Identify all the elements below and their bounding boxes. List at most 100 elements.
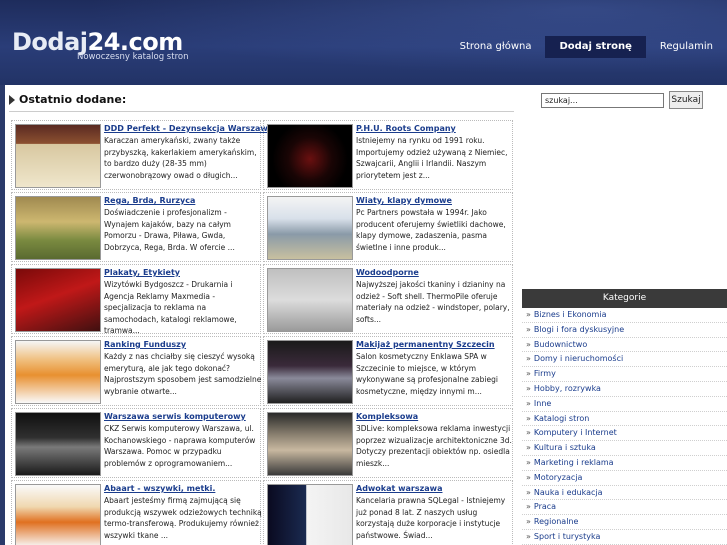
nav-home[interactable]: Strona główna — [446, 36, 546, 58]
category-item[interactable]: » Sport i turystyka — [522, 530, 727, 545]
bullet-icon: » — [526, 443, 531, 453]
listing-desc: Najwyższej jakości tkaniny i dzianiny na… — [356, 280, 510, 324]
bullet-icon: » — [526, 517, 531, 527]
listing-card: Rega, Brda, Rurzyca Doświadczenie i prof… — [11, 192, 261, 262]
category-item[interactable]: » Praca — [522, 500, 727, 516]
nav-add-site[interactable]: Dodaj stronę — [545, 36, 646, 58]
listing-title[interactable]: Plakaty, Etykiety — [104, 268, 180, 277]
category-item[interactable]: » Katalogi stron — [522, 412, 727, 427]
listing-thumbnail[interactable] — [15, 196, 101, 260]
listing-title[interactable]: Warszawa serwis komputerowy — [104, 412, 246, 421]
arrow-right-icon — [9, 94, 15, 105]
listing-card: Adwokat warszawa Kancelaria prawna SQLeg… — [263, 480, 513, 545]
bullet-icon: » — [526, 428, 531, 438]
listing-title[interactable]: Makijaż permanentny Szczecin — [356, 340, 495, 349]
listing-thumbnail[interactable] — [267, 340, 353, 404]
bullet-icon: » — [526, 502, 531, 512]
listing-desc: CKZ Serwis komputerowy Warszawa, ul. Koc… — [104, 424, 256, 468]
listing-desc: Doświadczenie i profesjonalizm - Wynajem… — [104, 208, 235, 252]
listing-thumbnail[interactable] — [15, 124, 101, 188]
listing-card: Warszawa serwis komputerowy CKZ Serwis k… — [11, 408, 261, 478]
category-label: Regionalne — [533, 517, 579, 527]
listing-card: Makijaż permanentny Szczecin Salon kosme… — [263, 336, 513, 406]
listing-desc: Pc Partners powstała w 1994r. Jako produ… — [356, 208, 506, 252]
category-item[interactable]: » Nauka i edukacja — [522, 486, 727, 501]
listing-card: Plakaty, Etykiety Wizytówki Bydgoszcz - … — [11, 264, 261, 336]
listing-thumbnail[interactable] — [267, 196, 353, 260]
bullet-icon: » — [526, 413, 531, 423]
category-item[interactable]: » Biznes i Ekonomia — [522, 308, 727, 323]
listing-thumbnail[interactable] — [267, 484, 353, 545]
listing-title[interactable]: Rega, Brda, Rurzyca — [104, 196, 195, 205]
search-input[interactable] — [541, 93, 664, 108]
section-title: Ostatnio dodane: — [9, 93, 126, 106]
bullet-icon: » — [526, 324, 531, 334]
category-label: Komputery i Internet — [533, 428, 617, 438]
nav-terms[interactable]: Regulamin — [646, 36, 727, 58]
category-label: Nauka i edukacja — [533, 487, 603, 497]
category-label: Katalogi stron — [533, 413, 590, 423]
bullet-icon: » — [526, 369, 531, 379]
category-label: Budownictwo — [533, 339, 588, 349]
listing-desc: Salon kosmetyczny Enklawa SPA w Szczecin… — [356, 352, 498, 396]
category-item[interactable]: » Domy i nieruchomości — [522, 352, 727, 368]
category-label: Domy i nieruchomości — [533, 354, 624, 364]
listing-thumbnail[interactable] — [15, 484, 101, 545]
listing-thumbnail[interactable] — [15, 268, 101, 332]
listing-thumbnail[interactable] — [267, 412, 353, 476]
listing-title[interactable]: Ranking Funduszy — [104, 340, 186, 349]
category-label: Praca — [533, 502, 557, 512]
bullet-icon: » — [526, 531, 531, 541]
listing-thumbnail[interactable] — [267, 124, 353, 188]
category-item[interactable]: » Firmy — [522, 367, 727, 382]
listing-thumbnail[interactable] — [15, 412, 101, 476]
category-label: Blogi i fora dyskusyjne — [533, 324, 625, 334]
listing-desc: 3DLive: kompleksowa reklama inwestycji p… — [356, 424, 512, 468]
listing-title[interactable]: Wiaty, klapy dymowe — [356, 196, 452, 205]
category-item[interactable]: » Blogi i fora dyskusyjne — [522, 323, 727, 338]
category-item[interactable]: » Inne — [522, 397, 727, 412]
categories-panel: Kategorie » Biznes i Ekonomia » Blogi i fo… — [522, 289, 727, 545]
category-item[interactable]: » Hobby, rozrywka — [522, 382, 727, 397]
site-tagline: Nowoczesny katalog stron — [77, 52, 189, 62]
listing-desc: Abaart jesteśmy firmą zajmującą się prod… — [104, 496, 262, 540]
site-header: Dodaj24.com Nowoczesny katalog stron Str… — [0, 0, 727, 85]
listing-desc: Wizytówki Bydgoszcz - Drukarnia i Agencj… — [104, 280, 237, 336]
listing-title[interactable]: Kompleksowa — [356, 412, 418, 421]
category-item[interactable]: » Marketing i reklama — [522, 456, 727, 471]
title-divider — [9, 111, 514, 112]
category-label: Inne — [533, 398, 552, 408]
listing-card: P.H.U. Roots Company Istniejemy na rynku… — [263, 120, 513, 190]
search-button[interactable]: Szukaj — [669, 91, 703, 109]
category-item[interactable]: » Motoryzacja — [522, 471, 727, 486]
listing-thumbnail[interactable] — [267, 268, 353, 332]
bullet-icon: » — [526, 310, 531, 319]
listing-title[interactable]: Wodoodporne — [356, 268, 419, 277]
bullet-icon: » — [526, 339, 531, 349]
categories-heading: Kategorie — [522, 289, 727, 308]
listing-card: Kompleksowa 3DLive: kompleksowa reklama … — [263, 408, 513, 478]
category-label: Motoryzacja — [533, 472, 583, 482]
category-item[interactable]: » Komputery i Internet — [522, 426, 727, 442]
listing-title[interactable]: Adwokat warszawa — [356, 484, 442, 493]
category-label: Biznes i Ekonomia — [533, 310, 607, 319]
bullet-icon: » — [526, 383, 531, 393]
listing-title[interactable]: DDD Perfekt - Dezynsekcja Warszawa — [104, 124, 273, 133]
listing-card: Abaart - wszywki, metki. Abaart jesteśmy… — [11, 480, 262, 545]
category-label: Marketing i reklama — [533, 457, 614, 467]
category-label: Firmy — [533, 369, 556, 379]
listing-desc: Karaczan amerykański, zwany także przyby… — [104, 136, 257, 180]
category-item[interactable]: » Regionalne — [522, 515, 727, 530]
listing-title[interactable]: Abaart - wszywki, metki. — [104, 484, 215, 493]
category-label: Hobby, rozrywka — [533, 383, 601, 393]
listing-desc: Istniejemy na rynku od 1991 roku. Import… — [356, 136, 508, 180]
category-label: Sport i turystyka — [533, 531, 601, 541]
bullet-icon: » — [526, 487, 531, 497]
category-item[interactable]: » Kultura i sztuka — [522, 441, 727, 456]
listing-title[interactable]: P.H.U. Roots Company — [356, 124, 456, 133]
category-item[interactable]: » Budownictwo — [522, 338, 727, 353]
listing-thumbnail[interactable] — [15, 340, 101, 404]
bullet-icon: » — [526, 472, 531, 482]
main-nav: Strona główna Dodaj stronę Regulamin — [446, 36, 727, 58]
bullet-icon: » — [526, 457, 531, 467]
